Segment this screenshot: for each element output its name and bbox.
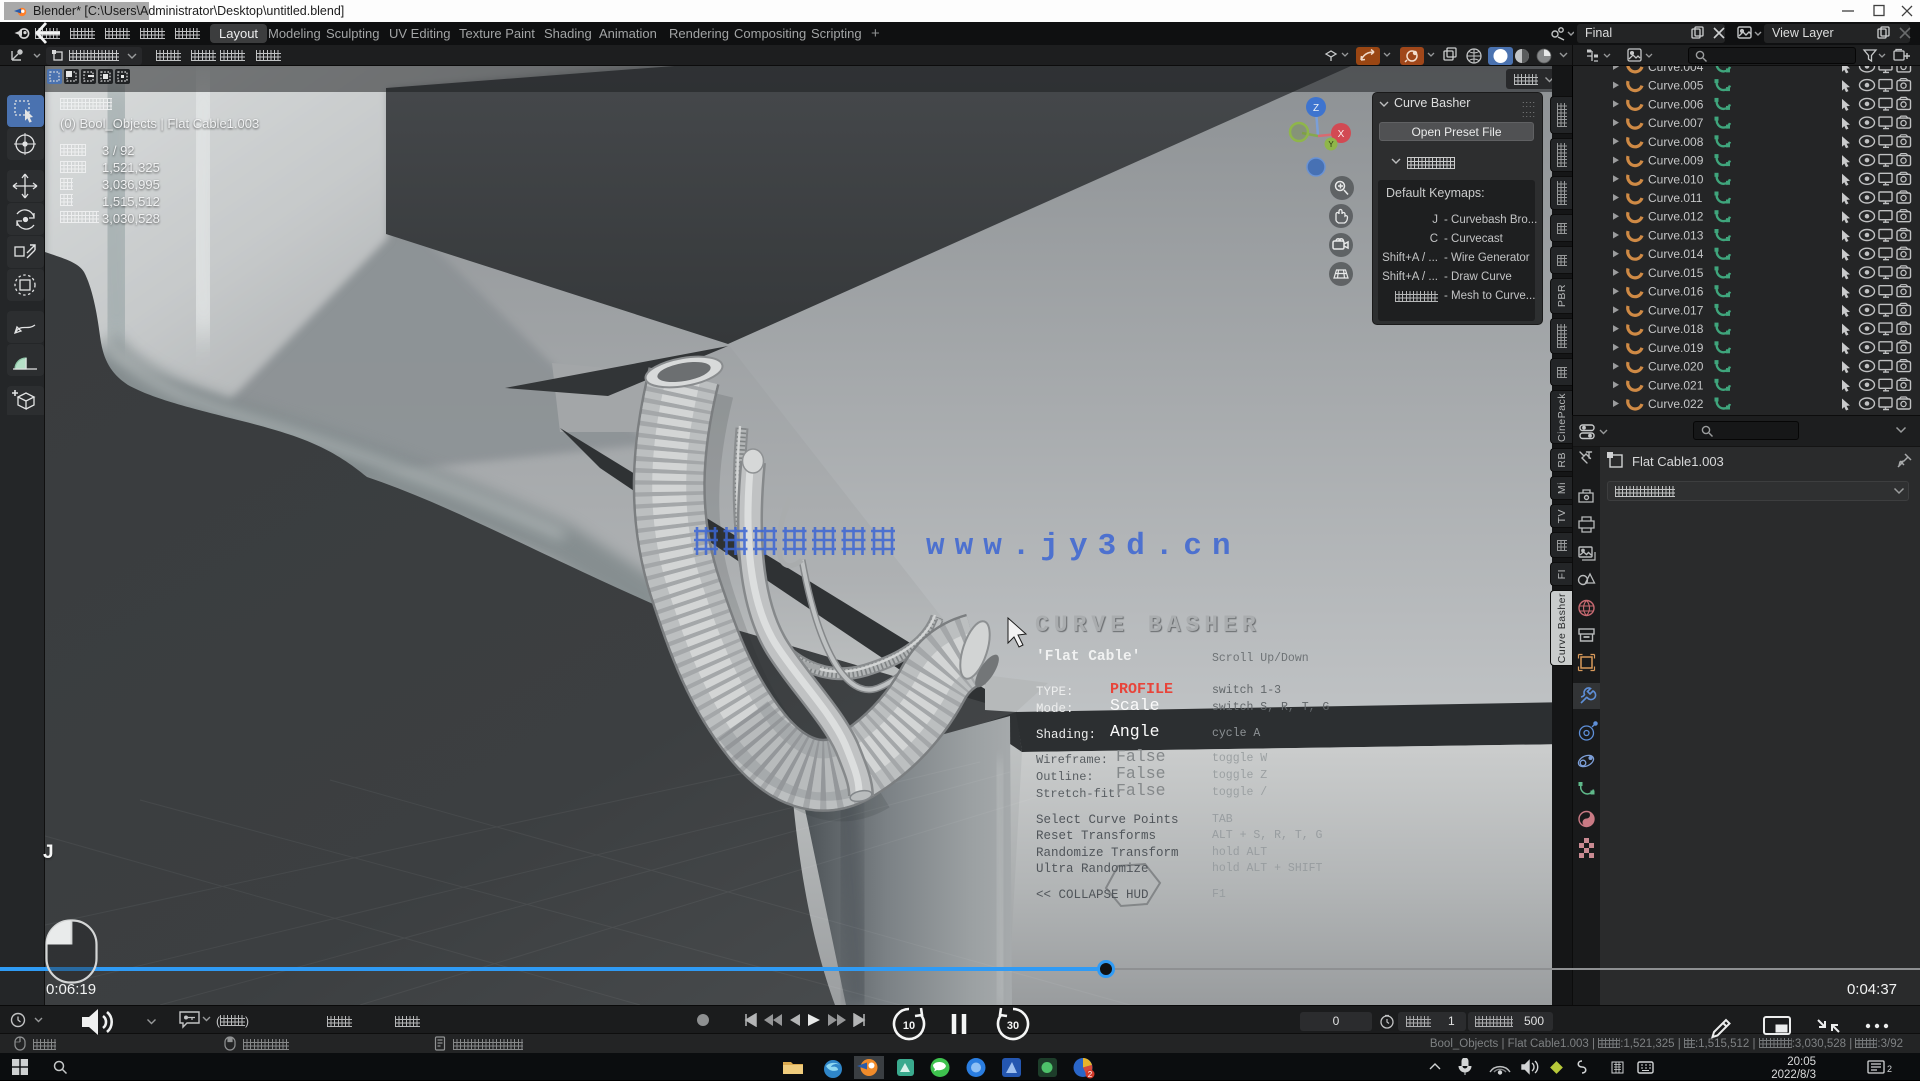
svg-text:Curve.011: Curve.011 <box>1648 191 1703 205</box>
svg-text:Curve.021: Curve.021 <box>1648 378 1704 392</box>
svg-text:Curve.016: Curve.016 <box>1648 285 1704 299</box>
svg-text:2: 2 <box>1088 1070 1093 1079</box>
svg-text:www.jy3d.cn: www.jy3d.cn <box>926 529 1241 564</box>
svg-text:Curve.013: Curve.013 <box>1648 229 1704 243</box>
svg-text:30: 30 <box>1007 1020 1019 1032</box>
svg-text:Curve.004: Curve.004 <box>1648 66 1704 74</box>
svg-text:Curve.007: Curve.007 <box>1648 116 1704 130</box>
svg-text:Curve.006: Curve.006 <box>1648 97 1704 111</box>
svg-text:Curve.022: Curve.022 <box>1648 397 1704 411</box>
svg-text:Curve.018: Curve.018 <box>1648 322 1704 336</box>
svg-text:Y: Y <box>1328 140 1334 149</box>
svg-text:Curve.017: Curve.017 <box>1648 303 1704 317</box>
svg-text:Curve.008: Curve.008 <box>1648 135 1704 149</box>
svg-text:Curve.009: Curve.009 <box>1648 154 1704 168</box>
svg-text:X: X <box>1338 129 1345 140</box>
svg-text:Curve.010: Curve.010 <box>1648 172 1704 186</box>
svg-text:10: 10 <box>903 1020 915 1032</box>
svg-text:2: 2 <box>1887 1064 1892 1074</box>
svg-text:Curve.015: Curve.015 <box>1648 266 1704 280</box>
svg-text:Curve.005: Curve.005 <box>1648 79 1704 93</box>
svg-text:Curve.014: Curve.014 <box>1648 247 1704 261</box>
svg-text:Z: Z <box>1313 103 1319 114</box>
svg-text:Curve.020: Curve.020 <box>1648 360 1704 374</box>
svg-text:Curve.019: Curve.019 <box>1648 341 1704 355</box>
svg-text:Curve.012: Curve.012 <box>1648 210 1704 224</box>
